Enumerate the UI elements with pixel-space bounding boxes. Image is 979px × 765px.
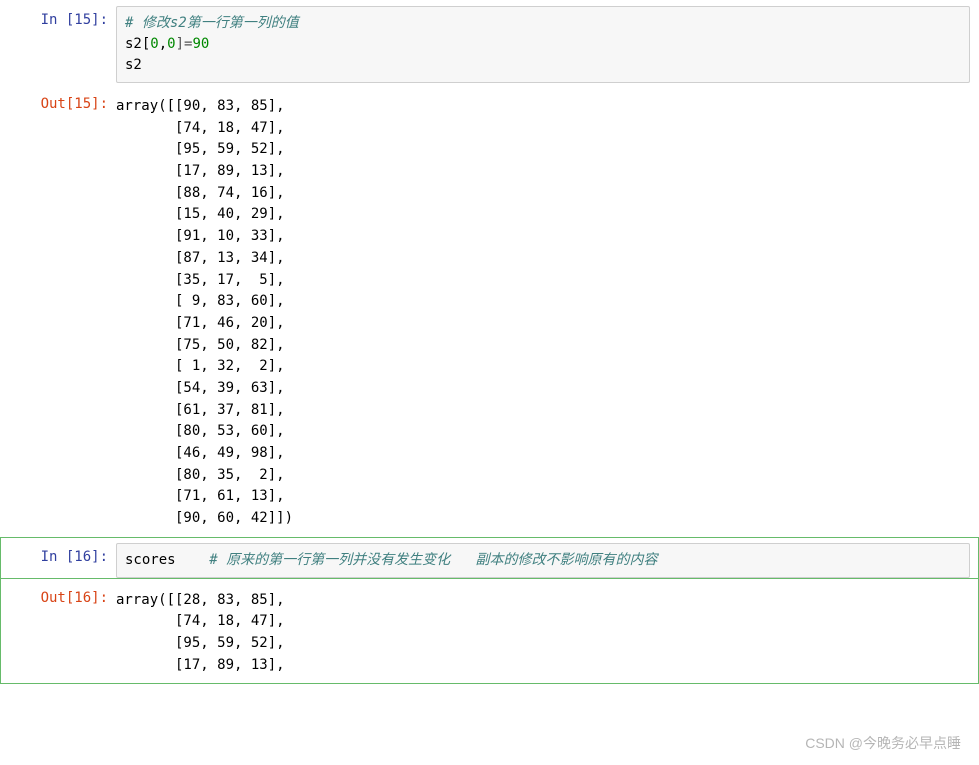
notebook-cell: In [15]: # 修改s2第一行第一列的值 s2[0,0]=90 s2 (0, 0, 979, 84)
code-number: 0 (150, 36, 158, 52)
notebook-cell-selected: In [16]: scores # 原来的第一行第一列并没有发生变化 副本的修改… (0, 537, 979, 579)
code-comment: # 原来的第一行第一列并没有发生变化 副本的修改不影响原有的内容 (209, 552, 657, 568)
code-text: s2[ (125, 36, 150, 52)
input-prompt: In [16]: (1, 543, 116, 565)
output-prompt: Out[15]: (1, 90, 116, 112)
notebook-output: Out[16]: array([[28, 83, 85], [74, 18, 4… (0, 579, 979, 684)
code-input[interactable]: # 修改s2第一行第一列的值 s2[0,0]=90 s2 (116, 6, 970, 83)
notebook-output: Out[15]: array([[90, 83, 85], [74, 18, 4… (0, 84, 979, 537)
watermark: CSDN @今晚务必早点睡 (805, 733, 961, 753)
output-prompt: Out[16]: (1, 584, 116, 606)
code-number: 90 (192, 36, 209, 52)
code-number: 0 (167, 36, 175, 52)
code-text: , (159, 36, 167, 52)
code-text: s2 (125, 57, 142, 73)
input-prompt: In [15]: (1, 6, 116, 28)
code-op: ]= (176, 36, 193, 52)
code-comment: # 修改s2第一行第一列的值 (125, 15, 299, 31)
output-text: array([[90, 83, 85], [74, 18, 47], [95, … (116, 90, 978, 536)
output-text: array([[28, 83, 85], [74, 18, 47], [95, … (116, 584, 978, 683)
code-input[interactable]: scores # 原来的第一行第一列并没有发生变化 副本的修改不影响原有的内容 (116, 543, 970, 578)
code-text: scores (125, 552, 209, 568)
